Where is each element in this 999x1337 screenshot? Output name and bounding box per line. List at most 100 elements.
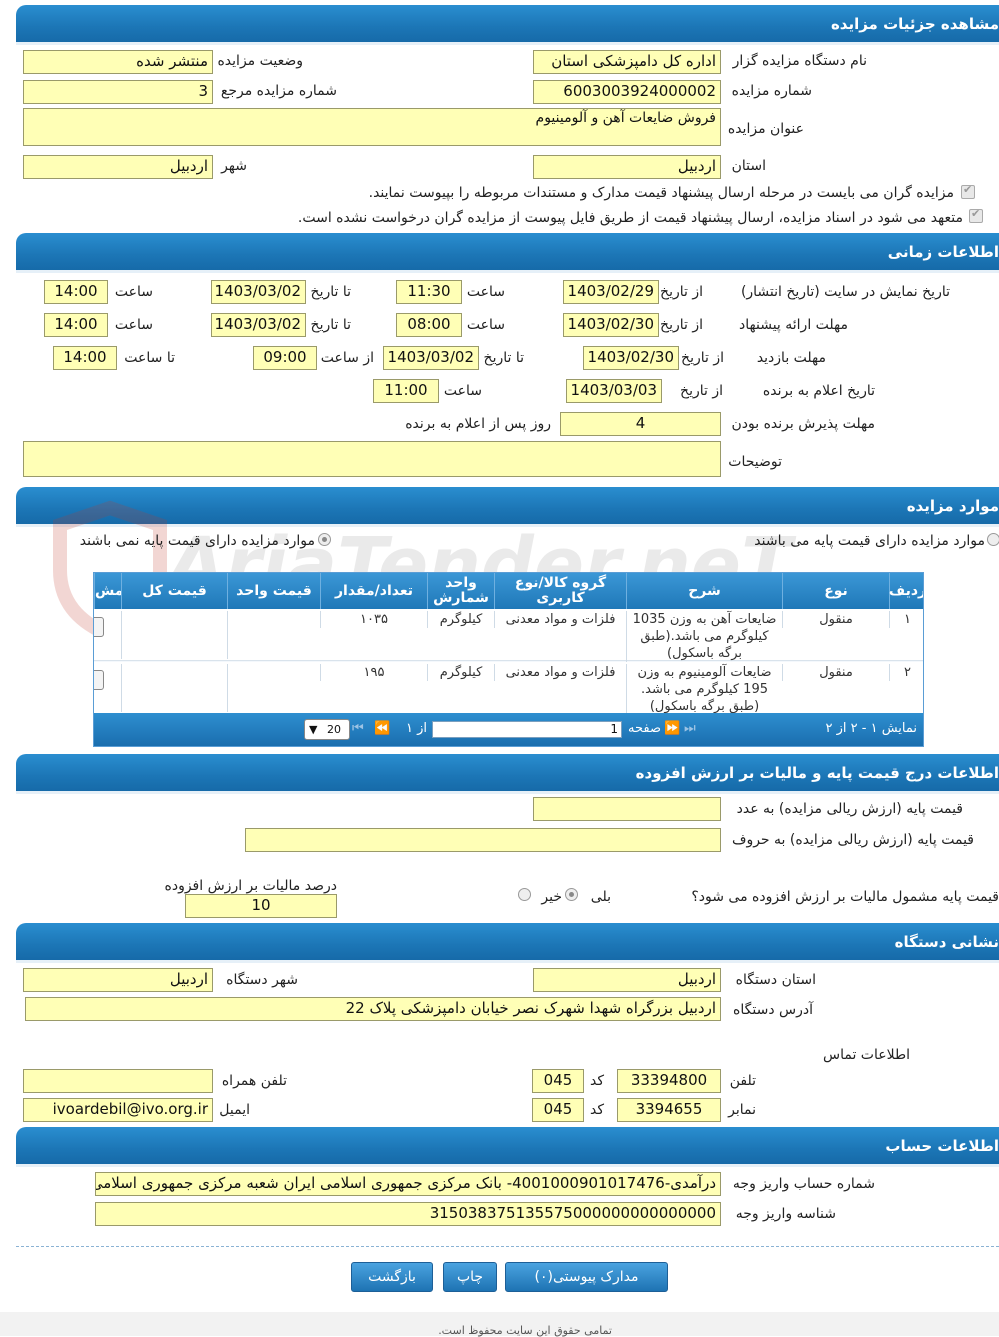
display-to-date[interactable]: 1403/03/02 (211, 280, 306, 304)
commitment-text: متعهد می شود در اسناد مزایده، ارسال پیشن… (297, 210, 963, 226)
has-base-price-radio[interactable] (987, 533, 999, 546)
last-page-icon[interactable]: ⏭ (684, 721, 696, 736)
visit-from-time[interactable]: 09:00 (253, 346, 317, 370)
mobile-label: تلفن همراه (221, 1073, 287, 1089)
attachments-required-checkbox[interactable] (961, 183, 975, 199)
section-header-items: موارد مزایده (16, 487, 999, 527)
fax-code-field[interactable]: 045 (532, 1098, 584, 1122)
page-count: از ۱ (406, 721, 428, 736)
org-city-field[interactable]: اردبیل (23, 968, 213, 992)
visit-from-date[interactable]: 1403/02/30 (583, 346, 679, 370)
visit-to-date[interactable]: 1403/03/02 (383, 346, 479, 370)
print-button[interactable]: چاپ (443, 1262, 497, 1292)
section-title: مشاهده جزئیات مزایده (830, 15, 999, 33)
mobile-field[interactable] (23, 1069, 213, 1093)
to-hour-label: تا ساعت (124, 350, 175, 366)
phone-code-field[interactable]: 045 (532, 1069, 584, 1093)
attachments-button[interactable]: مدارک پیوستی(۰) (505, 1262, 668, 1292)
back-button[interactable]: بازگشت (351, 1262, 433, 1292)
visit-to-time[interactable]: 14:00 (53, 346, 117, 370)
city-field[interactable]: اردبیل (23, 155, 213, 179)
cell-qty: ۱۹۵ (320, 664, 427, 681)
first-page-icon[interactable]: ⏮ (352, 721, 364, 736)
status-field[interactable]: منتشر شده (23, 50, 213, 74)
account-number-field[interactable]: درآمدی-4001000901017476- بانک مرکزی جمهو… (95, 1172, 721, 1196)
commitment-checkbox[interactable] (969, 207, 983, 223)
accept-days-suffix: روز پس از اعلام به برنده (405, 416, 551, 432)
description-field[interactable] (23, 441, 721, 477)
cell-type: منقول (782, 664, 889, 681)
col-header-row: ردیف (889, 573, 923, 609)
table-row[interactable]: ۱ منقول ضایعات آهن به وزن 1035 کیلوگرم م… (94, 609, 923, 662)
prev-page-icon[interactable]: ⏪ (374, 721, 390, 736)
status-label: وضعیت مزایده (217, 53, 303, 69)
display-from-time[interactable]: 11:30 (396, 280, 462, 304)
page-label: صفحه (628, 721, 661, 736)
vat-yes-radio[interactable] (565, 888, 578, 901)
offer-to-time[interactable]: 14:00 (44, 313, 108, 337)
vat-percent-label: درصد مالیات بر ارزش افزوده (164, 878, 338, 894)
fax-field[interactable]: 3394655 (617, 1098, 721, 1122)
vat-percent-field[interactable]: 10 (185, 894, 337, 918)
province-field[interactable]: اردبیل (533, 155, 721, 179)
section-header-price: اطلاعات درج قیمت پایه و مالیات بر ارزش ا… (16, 754, 999, 794)
base-price-number-label: قیمت پایه (ارزش ریالی مزایده) به عدد (736, 801, 963, 817)
vat-no-radio[interactable] (518, 888, 531, 901)
org-field[interactable]: اداره کل دامپزشکی استان (533, 50, 721, 74)
offer-from-date[interactable]: 1403/02/30 (563, 313, 659, 337)
base-price-number-field[interactable] (533, 797, 721, 821)
account-number-label: شماره حساب واریز وجه (732, 1176, 875, 1192)
section-header-account: اطلاعات حساب (16, 1127, 999, 1167)
divider (16, 1246, 999, 1247)
phone-label: تلفن (729, 1073, 756, 1089)
winner-date-label: تاریخ اعلام به برنده (762, 383, 875, 399)
province-label: استان (731, 158, 766, 174)
no-base-price-radio[interactable] (318, 533, 331, 546)
items-grid: ردیف نوع شرح گروه کالا/نوع کاربری واحد ش… (93, 572, 924, 747)
grid-pager: نمایش ۱ - ۲ از ۲ ⏭ ⏩ صفحه 1 از ۱ ⏪ ⏮ 20 … (94, 713, 923, 746)
hour-label: ساعت (114, 284, 153, 300)
org-province-field[interactable]: اردبیل (533, 968, 721, 992)
contact-info-label: اطلاعات تماس (823, 1047, 910, 1063)
cell-row-number: ۱ (889, 611, 923, 628)
description-label: توضیحات (728, 454, 782, 470)
table-row[interactable]: ۲ منقول ضایعات آلومینیوم به وزن 195 کیلو… (94, 662, 923, 715)
winner-date[interactable]: 1403/03/03 (566, 379, 662, 403)
offer-from-time[interactable]: 08:00 (396, 313, 462, 337)
base-price-text-field[interactable] (245, 828, 721, 852)
email-field[interactable]: ivoardebil@ivo.org.ir (23, 1098, 213, 1122)
cell-group: فلزات و مواد معدنی (494, 611, 626, 628)
to-date-label: تا تاریخ (483, 350, 524, 366)
row-action-button[interactable] (94, 670, 104, 690)
hour-label: ساعت (114, 317, 153, 333)
email-label: ایمیل (219, 1102, 250, 1118)
display-to-time[interactable]: 14:00 (44, 280, 108, 304)
cell-unit: کیلوگرم (427, 664, 494, 681)
col-header-group: گروه کالا/نوع کاربری (494, 573, 626, 609)
page-number-input[interactable]: 1 (432, 721, 622, 738)
section-title: اطلاعات درج قیمت پایه و مالیات بر ارزش ا… (635, 764, 999, 782)
offer-to-date[interactable]: 1403/03/02 (211, 313, 306, 337)
phone-field[interactable]: 33394800 (617, 1069, 721, 1093)
base-price-text-label: قیمت پایه (ارزش ریالی مزایده) به حروف (731, 832, 974, 848)
cell-qty: ۱۰۳۵ (320, 611, 427, 628)
display-from-date[interactable]: 1403/02/29 (563, 280, 659, 304)
page-size-value: 20 (327, 723, 341, 736)
ref-number-field[interactable]: 3 (23, 80, 213, 104)
title-field[interactable]: فروش ضایعات آهن و آلومینیوم (23, 108, 721, 146)
accept-days-field[interactable]: 4 (560, 412, 721, 436)
number-field[interactable]: 6003003924000002 (533, 80, 721, 104)
hour-label: ساعت (466, 284, 505, 300)
next-page-icon[interactable]: ⏩ (664, 721, 680, 736)
col-header-unit: واحد شمارش (427, 573, 494, 609)
payment-id-field[interactable]: 315038375135575000000000000000 (95, 1202, 721, 1226)
visit-deadline-label: مهلت بازدید (756, 350, 826, 366)
section-title: نشانی دستگاه (894, 933, 999, 951)
page-size-select[interactable]: 20 ▼ (304, 719, 350, 740)
winner-time[interactable]: 11:00 (373, 379, 439, 403)
row-action-button[interactable] (94, 617, 104, 637)
section-title: اطلاعات حساب (885, 1137, 999, 1155)
org-address-field[interactable]: اردبیل بزرگراه شهدا شهرک نصر خیابان دامپ… (25, 997, 721, 1021)
from-date-label: از تاریخ (681, 350, 724, 366)
from-hour-label: از ساعت (320, 350, 374, 366)
